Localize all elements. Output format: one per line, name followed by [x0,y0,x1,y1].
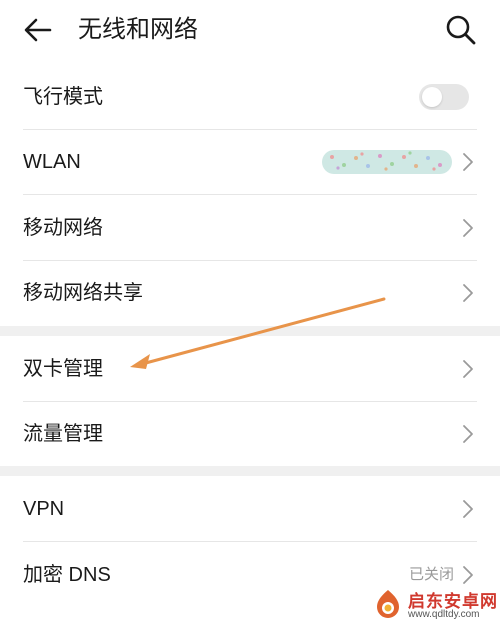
settings-row-vpn[interactable]: VPN [0,477,500,541]
divider [23,194,477,195]
settings-row-wlan[interactable]: WLAN [0,130,500,194]
settings-row-airplane-mode[interactable]: 飞行模式 [0,65,500,129]
watermark-logo-icon [377,590,399,618]
divider [23,541,477,542]
settings-row-mobile-network[interactable]: 移动网络 [0,196,500,260]
page-title: 无线和网络 [78,16,198,43]
chevron-right-icon [463,284,473,302]
row-label: VPN [23,498,65,520]
chevron-right-icon [463,425,473,443]
section-gap [0,326,500,336]
row-label: 流量管理 [23,423,103,445]
settings-row-dual-sim[interactable]: 双卡管理 [0,337,500,401]
search-icon[interactable] [444,13,478,47]
chevron-right-icon [463,500,473,518]
chevron-right-icon [463,153,473,171]
row-label: WLAN [23,151,81,173]
watermark: 启东安卓网 www.qdltdy.com [368,584,500,627]
redacted-network-name [322,150,452,174]
toggle-knob [422,87,442,107]
row-label: 双卡管理 [23,358,103,380]
chevron-right-icon [463,360,473,378]
app-header: 无线和网络 [0,0,500,62]
row-label: 移动网络 [23,217,103,239]
airplane-mode-toggle[interactable] [419,84,469,110]
chevron-right-icon [463,219,473,237]
chevron-right-icon [463,566,473,584]
section-gap [0,466,500,476]
row-label: 移动网络共享 [23,282,143,304]
row-label: 飞行模式 [23,86,103,108]
settings-row-data-usage[interactable]: 流量管理 [0,402,500,466]
row-label: 加密 DNS [23,564,111,586]
settings-row-tethering[interactable]: 移动网络共享 [0,261,500,325]
watermark-url: www.qdltdy.com [408,609,480,620]
back-arrow-icon[interactable] [22,14,54,46]
